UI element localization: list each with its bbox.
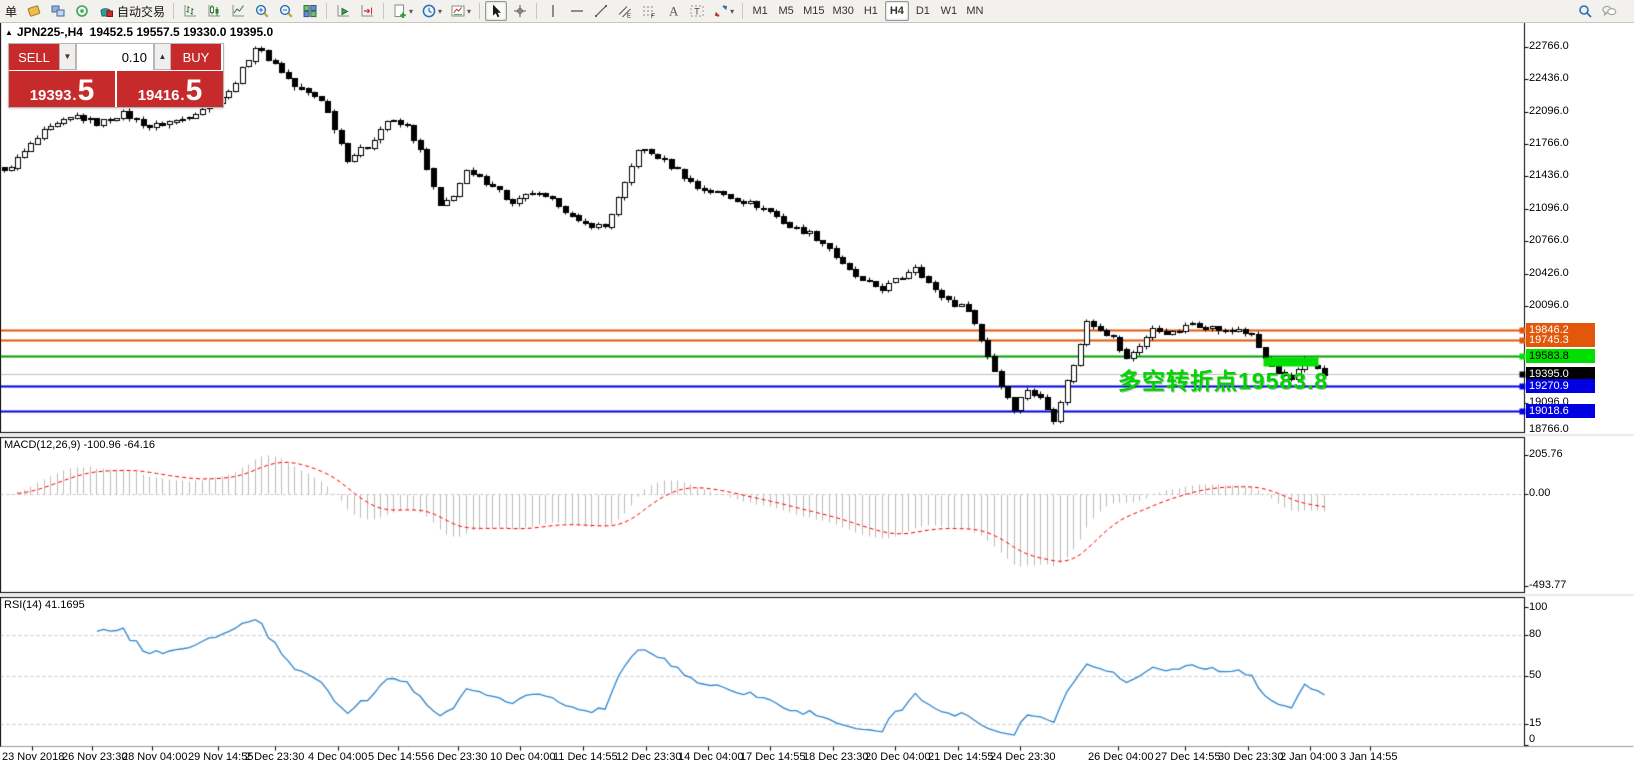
new-order-button[interactable]: 单	[1, 1, 21, 21]
cursor-button[interactable]	[485, 1, 507, 21]
line-chart-button[interactable]	[227, 1, 249, 21]
trendline-button[interactable]	[590, 1, 612, 21]
text-button[interactable]: A	[662, 1, 684, 21]
sell-price-dot: .	[72, 87, 76, 104]
auto-scroll-button[interactable]	[332, 1, 354, 21]
zoom-in-button[interactable]	[251, 1, 273, 21]
volume-increase-button[interactable]: ▲	[154, 44, 171, 70]
fibonacci-button[interactable]: F	[638, 1, 660, 21]
add-indicator-button-dropdown-icon[interactable]: ▾	[409, 7, 413, 16]
macd-label: MACD(12,26,9) -100.96 -64.16	[4, 439, 155, 451]
tile-windows-button[interactable]	[299, 1, 321, 21]
templates-button-dropdown-icon[interactable]: ▾	[467, 7, 471, 16]
connect-icon[interactable]	[71, 1, 93, 21]
timeframe-m30-button[interactable]: M30	[829, 1, 856, 21]
svg-text:A: A	[669, 4, 679, 19]
buy-price-pip: 5	[186, 78, 203, 104]
timeframe-mn-button[interactable]: MN	[963, 1, 987, 21]
svg-text:E: E	[627, 14, 631, 20]
sell-price-pip: 5	[78, 78, 95, 104]
buy-price[interactable]: 19416 . 5	[115, 71, 223, 107]
buy-button[interactable]: BUY	[171, 44, 221, 70]
timeframe-d1-button[interactable]: D1	[911, 1, 935, 21]
volume-decrease-button[interactable]: ▼	[59, 44, 76, 70]
crosshair-button[interactable]	[509, 1, 531, 21]
timeframe-m5-button[interactable]: M5	[774, 1, 798, 21]
window-collapse-icon[interactable]: ▲	[5, 28, 13, 37]
book-icon[interactable]	[23, 1, 45, 21]
chart-shift-button[interactable]	[356, 1, 378, 21]
buy-price-main: 19416	[138, 87, 180, 104]
buy-price-dot: .	[180, 87, 184, 104]
arrows-button-dropdown-icon[interactable]: ▾	[730, 7, 734, 16]
annotation-text: 多空转折点19583.8	[1118, 362, 1328, 396]
volume-input[interactable]	[76, 44, 154, 70]
toolbar-separator	[173, 3, 174, 19]
chart-title-bar: ▲ JPN225-,H4 19452.5 19557.5 19330.0 1939…	[5, 25, 273, 39]
horizontal-line-button[interactable]	[566, 1, 588, 21]
time-axis[interactable]	[0, 747, 1525, 768]
toolbar-separator	[326, 3, 327, 19]
svg-text:T: T	[694, 7, 700, 17]
arrows-button[interactable]: ▾	[710, 1, 737, 21]
candlestick-chart-button[interactable]	[203, 1, 225, 21]
ohlc-values: 19452.5 19557.5 19330.0 19395.0	[90, 25, 274, 39]
market-watch-icon[interactable]	[47, 1, 69, 21]
toolbar-separator	[383, 3, 384, 19]
one-click-trading-panel: SELL ▼ ▲ BUY 19393 . 5 19416 . 5	[8, 43, 224, 108]
symbol-period-label: JPN225-,H4	[17, 25, 83, 39]
price-axis[interactable]	[1525, 22, 1634, 746]
chart-canvas[interactable]	[0, 0, 1634, 768]
bar-chart-button[interactable]	[179, 1, 201, 21]
toolbar: 单 自动交易 ▾ ▾ ▾ E F A T ▾ M1M5M15M30H1H4D1W1MN	[0, 0, 1634, 23]
periods-button-dropdown-icon[interactable]: ▾	[438, 7, 442, 16]
search-button[interactable]	[1574, 1, 1596, 21]
timeframe-h4-button[interactable]: H4	[885, 1, 909, 21]
text-label-button[interactable]: T	[686, 1, 708, 21]
svg-text:F: F	[651, 13, 655, 19]
timeframe-m15-button[interactable]: M15	[800, 1, 827, 21]
equidistant-channel-button[interactable]: E	[614, 1, 636, 21]
toolbar-separator	[479, 3, 480, 19]
templates-button[interactable]: ▾	[447, 1, 474, 21]
zoom-out-button[interactable]	[275, 1, 297, 21]
chat-button[interactable]	[1598, 1, 1620, 21]
timeframe-m1-button[interactable]: M1	[748, 1, 772, 21]
vertical-line-button[interactable]	[542, 1, 564, 21]
toolbar-separator	[536, 3, 537, 19]
rsi-label: RSI(14) 41.1695	[4, 599, 85, 611]
toolbar-separator	[742, 3, 743, 19]
timeframe-w1-button[interactable]: W1	[937, 1, 961, 21]
autotrading-button[interactable]: 自动交易	[95, 1, 168, 21]
sell-price[interactable]: 19393 . 5	[9, 71, 115, 107]
sell-price-main: 19393	[30, 87, 72, 104]
periods-button[interactable]: ▾	[418, 1, 445, 21]
sell-button[interactable]: SELL	[9, 44, 59, 70]
timeframe-h1-button[interactable]: H1	[859, 1, 883, 21]
add-indicator-button[interactable]: ▾	[389, 1, 416, 21]
